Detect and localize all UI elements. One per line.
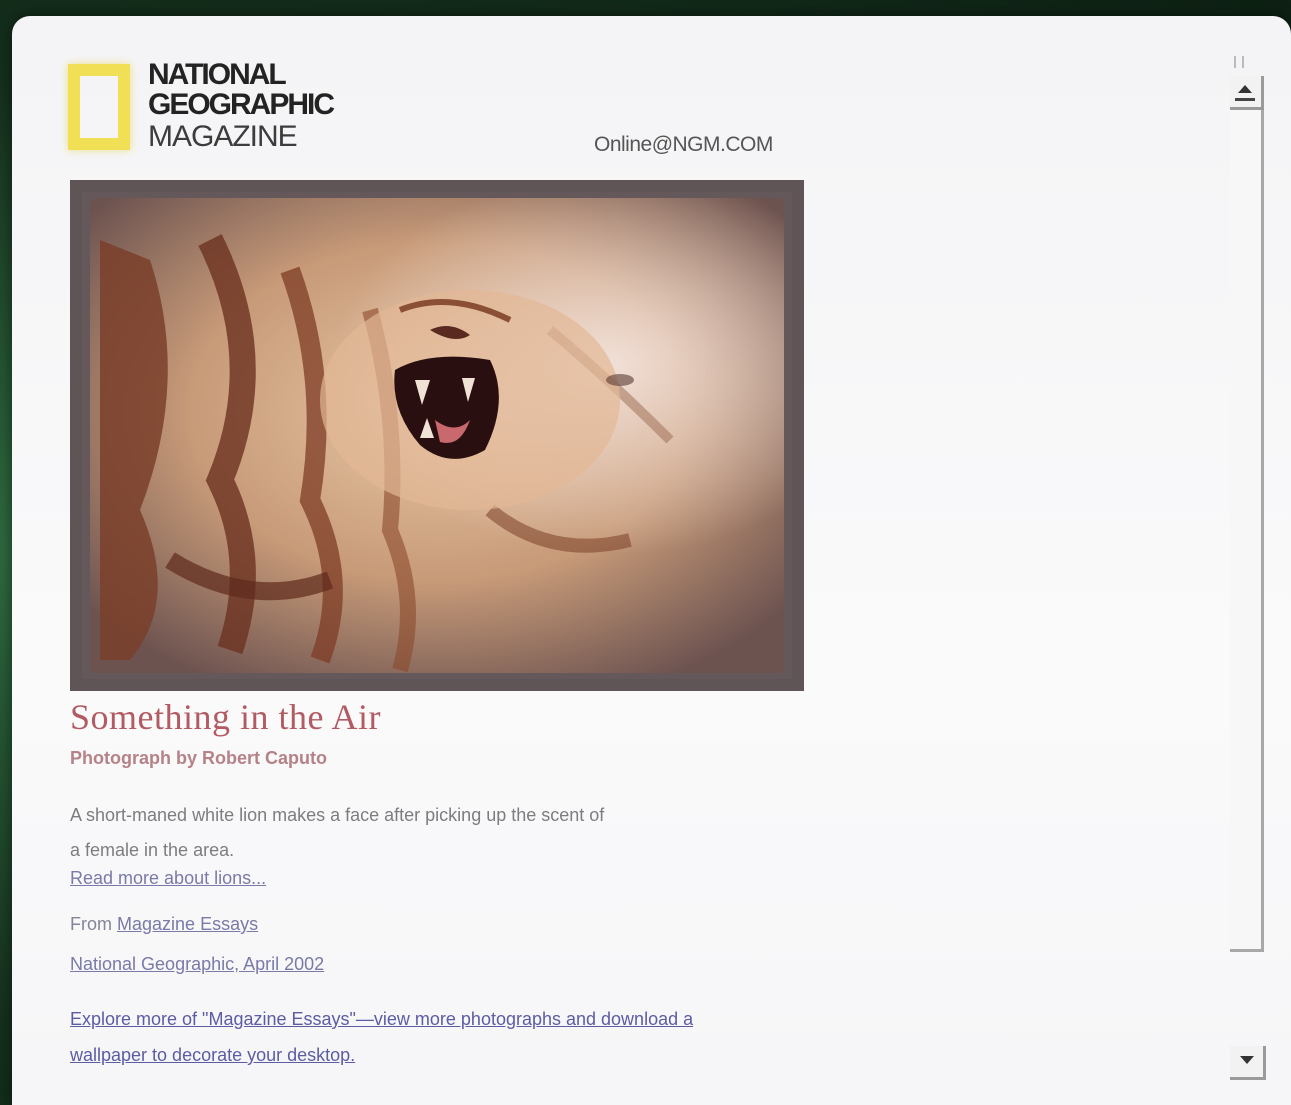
photo-credit: Photograph by Robert Caputo <box>70 748 327 768</box>
scroll-down-icon[interactable] <box>1230 1046 1266 1080</box>
scroll-up-bar <box>1235 98 1255 101</box>
scroll-up-icon[interactable] <box>1230 76 1264 110</box>
lion-image <box>70 180 804 691</box>
logo-text-line1: NATIONAL <box>148 58 287 91</box>
from-label: From <box>70 914 112 934</box>
national-geographic-logo[interactable]: NATIONAL GEOGRAPHIC MAGAZINE <box>64 58 364 158</box>
online-ngm-link[interactable]: Online@NGM.COM <box>594 133 773 157</box>
issue-link[interactable]: National Geographic, April 2002 <box>70 954 324 975</box>
scroll-track[interactable] <box>1230 110 1264 952</box>
story-description: A short-maned white lion makes a face af… <box>70 805 605 860</box>
yellow-border-icon <box>68 64 130 150</box>
gadget-window: NATIONAL GEOGRAPHIC MAGAZINE Online@NGM.… <box>12 16 1291 1105</box>
magazine-essays-link[interactable]: Magazine Essays <box>117 914 258 934</box>
featured-photo[interactable] <box>70 180 804 691</box>
vertical-scrollbar[interactable] <box>1230 56 1270 1086</box>
story-headline[interactable]: Something in the Air <box>70 696 381 738</box>
logo-text-line3: MAGAZINE <box>148 120 298 153</box>
from-line: From Magazine Essays <box>70 914 258 935</box>
explore-more-link[interactable]: Explore more of "Magazine Essays"—view m… <box>70 1001 710 1073</box>
read-more-link[interactable]: Read more about lions... <box>70 868 266 889</box>
content-area: NATIONAL GEOGRAPHIC MAGAZINE Online@NGM.… <box>12 16 1222 1105</box>
resize-grip-icon[interactable] <box>1234 56 1244 68</box>
logo-text-line2: GEOGRAPHIC <box>148 88 335 121</box>
